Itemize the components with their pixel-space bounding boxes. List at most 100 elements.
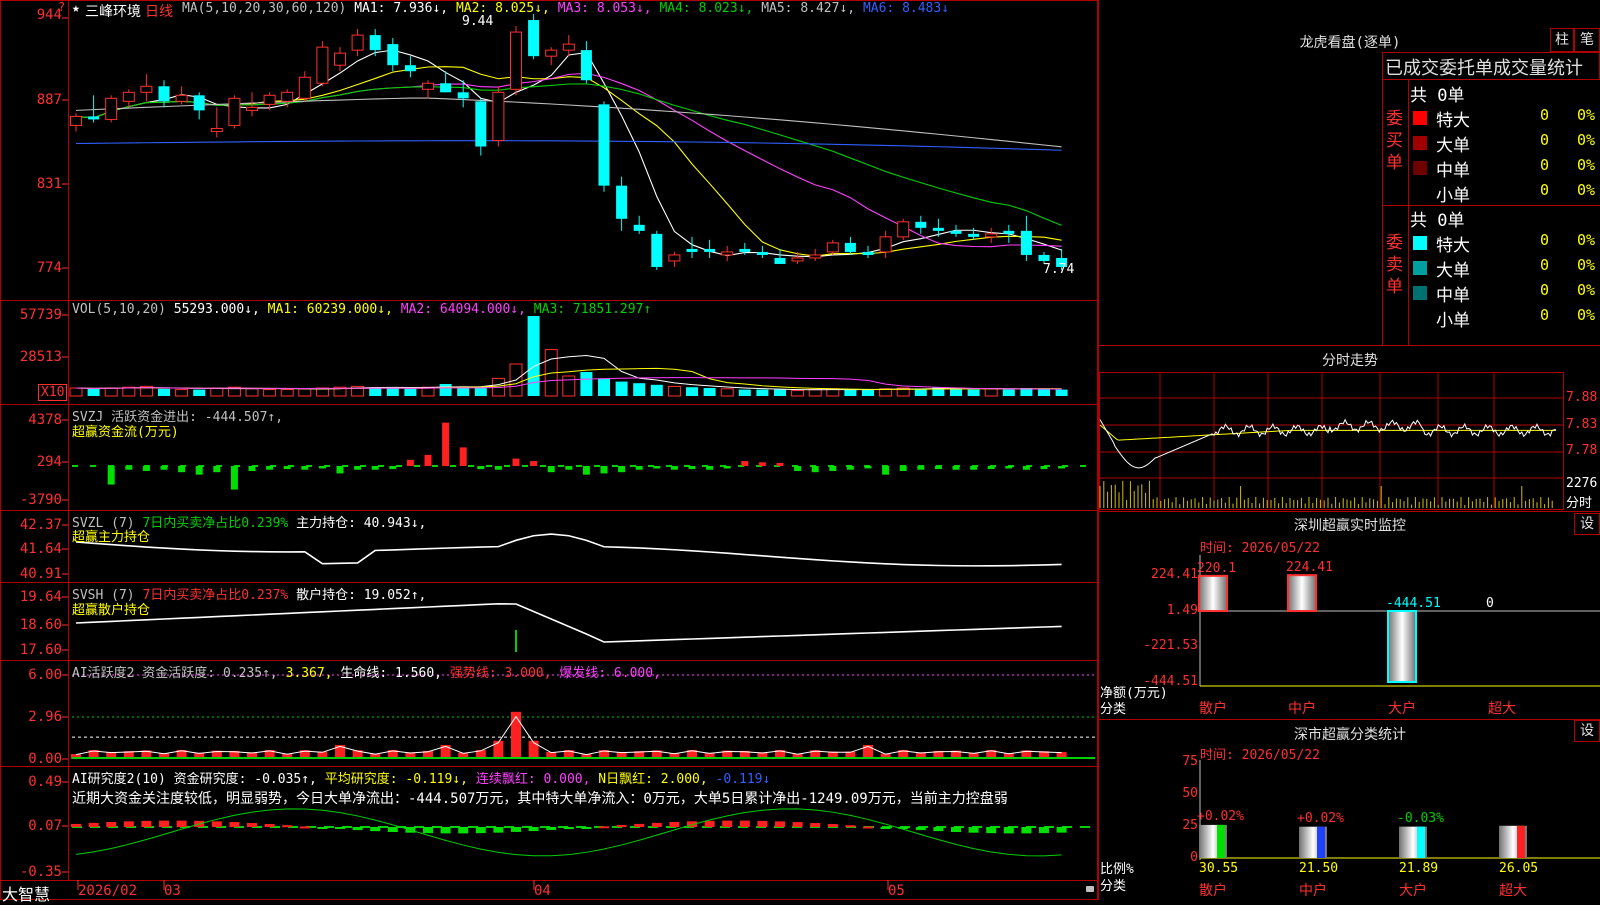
period-label[interactable]: 日线 xyxy=(145,1,173,21)
classify-bar-accent xyxy=(1517,825,1525,858)
ai2-bar xyxy=(159,820,169,827)
intraday-box[interactable] xyxy=(1099,372,1564,510)
vol-bar xyxy=(791,389,805,397)
classify-bar xyxy=(1499,825,1527,858)
vol-bar xyxy=(844,389,857,396)
classify-bar xyxy=(1199,824,1227,858)
svzl-sub: 超赢主力持仓 xyxy=(72,530,151,545)
monitor-bar-border xyxy=(1198,574,1228,613)
ai2-legend-item: 平均研究度: -0.119↓, xyxy=(324,772,476,787)
svzj-bar xyxy=(459,447,467,466)
ai1-legend-item: 强势线: 3.000, xyxy=(449,666,560,681)
vol-ytick: 28513 xyxy=(19,349,62,365)
svzj-bar xyxy=(213,466,221,473)
svzj-bar xyxy=(952,466,960,470)
svzj-bar xyxy=(477,466,485,470)
vol-bar xyxy=(386,388,399,396)
candle-body xyxy=(633,224,645,231)
vol-bar xyxy=(158,388,170,396)
svzj-bar xyxy=(318,466,326,469)
low-price-label: 7.74 xyxy=(1043,262,1075,277)
svzj-bar xyxy=(530,461,538,466)
ai1-legend-item: AI活跃度2 资金活跃度: 0.235↑, xyxy=(72,666,286,681)
candle-body xyxy=(862,251,874,255)
ai2-bar xyxy=(282,825,293,828)
monitor-settings-button[interactable]: 设 xyxy=(1574,513,1600,535)
legend-swatch xyxy=(1413,261,1427,275)
ai2-bar xyxy=(581,827,592,829)
lhb-row-count: 0 xyxy=(1540,106,1550,124)
svzj-ytick: -3790 xyxy=(19,492,62,508)
classify-bar-accent xyxy=(1317,826,1325,858)
ai2-ytick: -0.35 xyxy=(19,864,62,880)
ai2-bar xyxy=(352,827,363,831)
ai2-bar xyxy=(423,827,433,834)
monitor-ytick: -221.53 xyxy=(1143,638,1198,653)
svzj-bar xyxy=(248,466,256,471)
brand-logo: 大智慧 xyxy=(2,885,51,904)
stock-name[interactable]: 三峰环境 xyxy=(85,1,141,21)
sell-total: 共 0单 xyxy=(1410,211,1465,231)
lhb-row-pct: 0% xyxy=(1577,131,1596,149)
vol-bar xyxy=(720,388,734,397)
candle-body xyxy=(210,127,223,132)
ai2-bar xyxy=(1021,827,1032,834)
ai2-bar xyxy=(933,827,944,832)
svzj-bar xyxy=(160,466,168,470)
vol-bar xyxy=(527,316,540,396)
tick-mode-button[interactable]: 笔 xyxy=(1574,28,1600,52)
main-ytick: 831 xyxy=(36,176,62,192)
ai2-legend-item: 连续飘红: 0.000, xyxy=(475,772,599,787)
ai2-bar xyxy=(986,827,997,834)
main-ytick: 774 xyxy=(36,260,62,276)
vol-bar xyxy=(562,375,576,397)
svsh-legend-item: 散户持仓: 19.052↑, xyxy=(296,588,427,603)
vol-bar xyxy=(738,389,751,396)
svzj-bar xyxy=(1040,466,1048,470)
classify-change-label: -0.03% xyxy=(1397,810,1444,826)
vol-legend-item: MA1: 60239.000↓, xyxy=(267,302,401,317)
classify-value-label: 30.55 xyxy=(1199,861,1239,876)
legend-swatch xyxy=(1413,161,1427,175)
svzj-bar xyxy=(283,466,291,470)
svzj-bar xyxy=(987,466,995,470)
intraday-title: 分时走势 xyxy=(1322,353,1378,369)
vol-bar xyxy=(404,388,417,396)
candle-body xyxy=(1038,254,1050,261)
ai1-ytick: 6.00 xyxy=(28,667,62,683)
svzj-bar xyxy=(670,466,678,470)
candle-body xyxy=(879,236,892,253)
bar-mode-button[interactable]: 柱 xyxy=(1550,28,1574,52)
classify-settings-button[interactable]: 设 xyxy=(1574,720,1600,742)
ai1-ytick: 2.96 xyxy=(28,709,62,725)
monitor-ytick: 1.49 xyxy=(1166,603,1198,618)
intraday-vol-label: 分时 xyxy=(1566,496,1593,511)
svzj-bar xyxy=(706,466,714,470)
vol-bar xyxy=(298,388,312,397)
svzj-bar xyxy=(142,466,150,471)
svzl-legend-item: 主力持仓: 40.943↓, xyxy=(296,516,427,531)
lhb-row-count: 0 xyxy=(1540,256,1550,274)
legend-swatch xyxy=(1413,286,1427,300)
vol-bar xyxy=(1002,389,1015,396)
ai2-bar xyxy=(387,827,398,833)
candle-body xyxy=(351,34,364,51)
candle-body xyxy=(598,104,610,186)
vol-bar xyxy=(474,387,487,396)
ai1-legend: AI活跃度2 资金活跃度: 0.235↑, 3.367, 生命线: 1.560,… xyxy=(72,662,661,681)
svzj-bar xyxy=(125,466,133,470)
svzj-bar xyxy=(301,466,309,470)
lhb-row-pct: 0% xyxy=(1577,281,1596,299)
monitor-bar-border xyxy=(1387,610,1417,683)
svzj-bar xyxy=(1022,466,1030,470)
candle-body xyxy=(298,76,311,99)
lhb-row-name: 中单 xyxy=(1436,161,1470,181)
star-icon[interactable]: ★ xyxy=(72,1,80,16)
ai2-line xyxy=(75,808,1062,857)
candle-body xyxy=(756,251,768,255)
ai2-comment: 近期大资金关注度较低，明显弱势，今日大单净流出：-444.507万元，其中特大单… xyxy=(72,791,1008,807)
lock-icon[interactable] xyxy=(1086,886,1094,892)
main-ytick: 887 xyxy=(36,92,62,108)
candle-body xyxy=(510,31,522,90)
vol-bar xyxy=(914,388,927,396)
